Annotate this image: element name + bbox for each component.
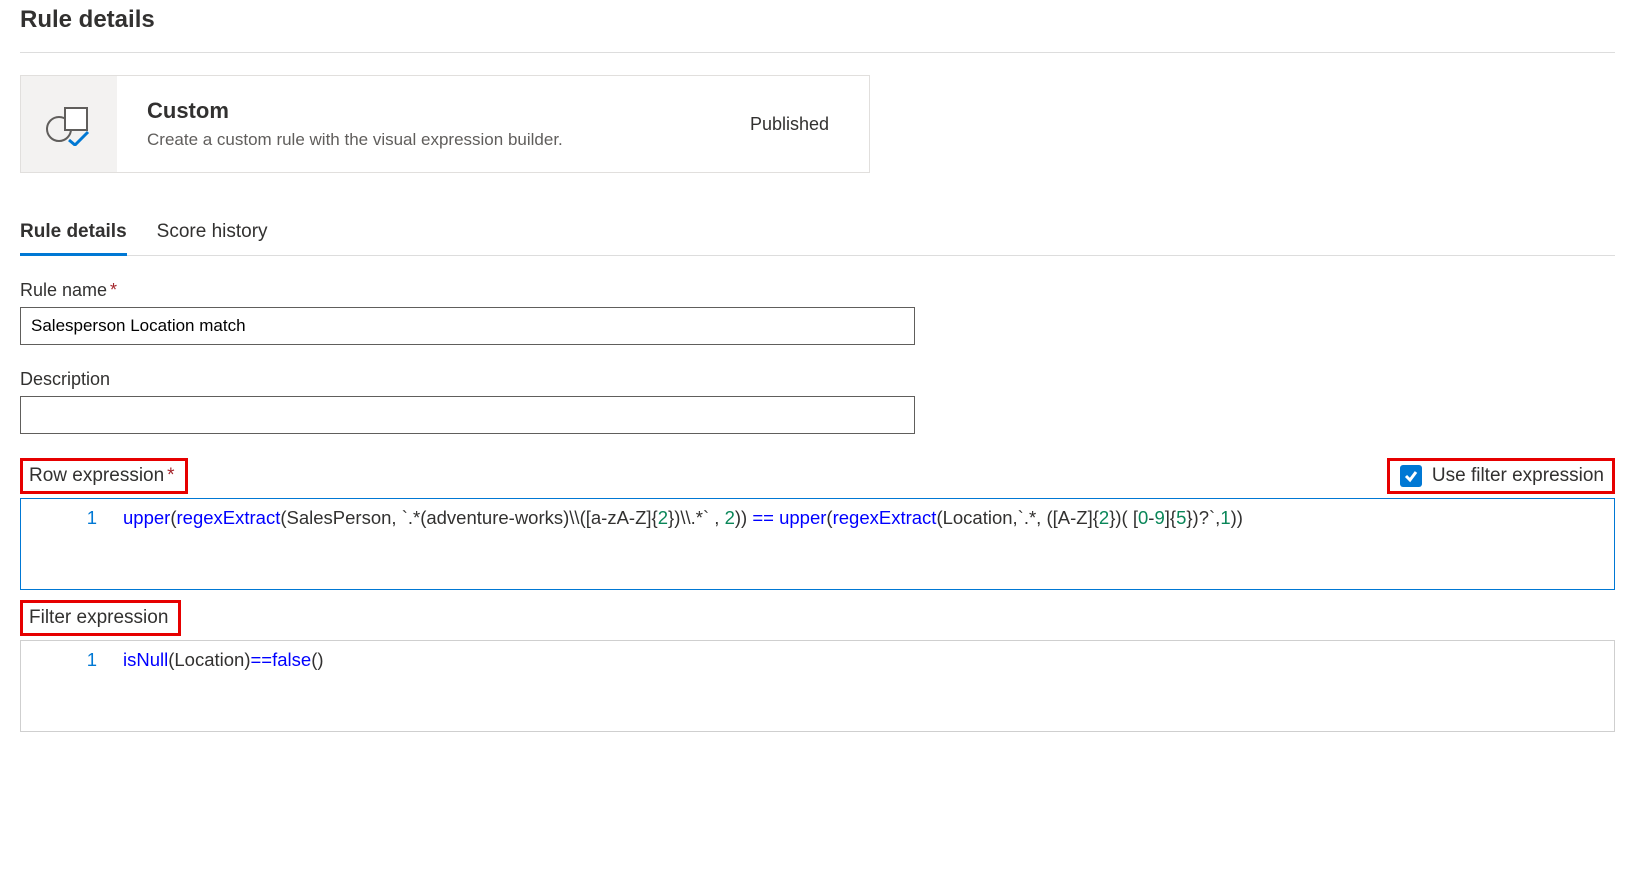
tab-score-history[interactable]: Score history bbox=[157, 217, 268, 255]
use-filter-expression-checkbox[interactable]: Use filter expression bbox=[1387, 458, 1615, 494]
card-status: Published bbox=[750, 114, 839, 135]
filter-editor-gutter: 1 bbox=[21, 641, 113, 731]
rule-name-label: Rule name* bbox=[20, 280, 1615, 301]
card-description: Create a custom rule with the visual exp… bbox=[147, 130, 750, 150]
divider bbox=[20, 52, 1615, 53]
required-asterisk: * bbox=[110, 280, 117, 300]
row-editor-gutter: 1 bbox=[21, 499, 113, 589]
filter-expression-label: Filter expression bbox=[20, 600, 181, 636]
card-title: Custom bbox=[147, 98, 750, 124]
use-filter-expression-label: Use filter expression bbox=[1432, 465, 1604, 487]
row-expression-code[interactable]: upper(regexExtract(SalesPerson, `.*(adve… bbox=[113, 499, 1614, 589]
page-title: Rule details bbox=[20, 0, 1615, 34]
filter-expression-editor[interactable]: 1 isNull(Location)==false() bbox=[20, 640, 1615, 732]
filter-expression-code[interactable]: isNull(Location)==false() bbox=[113, 641, 1614, 731]
checkbox-checked-icon bbox=[1400, 465, 1422, 487]
row-expression-editor[interactable]: 1 upper(regexExtract(SalesPerson, `.*(ad… bbox=[20, 498, 1615, 590]
tab-bar: Rule details Score history bbox=[20, 217, 1615, 256]
rule-name-input[interactable] bbox=[20, 307, 915, 345]
row-expression-label: Row expression* bbox=[20, 458, 188, 494]
description-label: Description bbox=[20, 369, 1615, 390]
description-input[interactable] bbox=[20, 396, 915, 434]
tab-rule-details[interactable]: Rule details bbox=[20, 217, 127, 256]
rule-type-card: Custom Create a custom rule with the vis… bbox=[20, 75, 870, 173]
custom-rule-icon bbox=[21, 76, 117, 172]
